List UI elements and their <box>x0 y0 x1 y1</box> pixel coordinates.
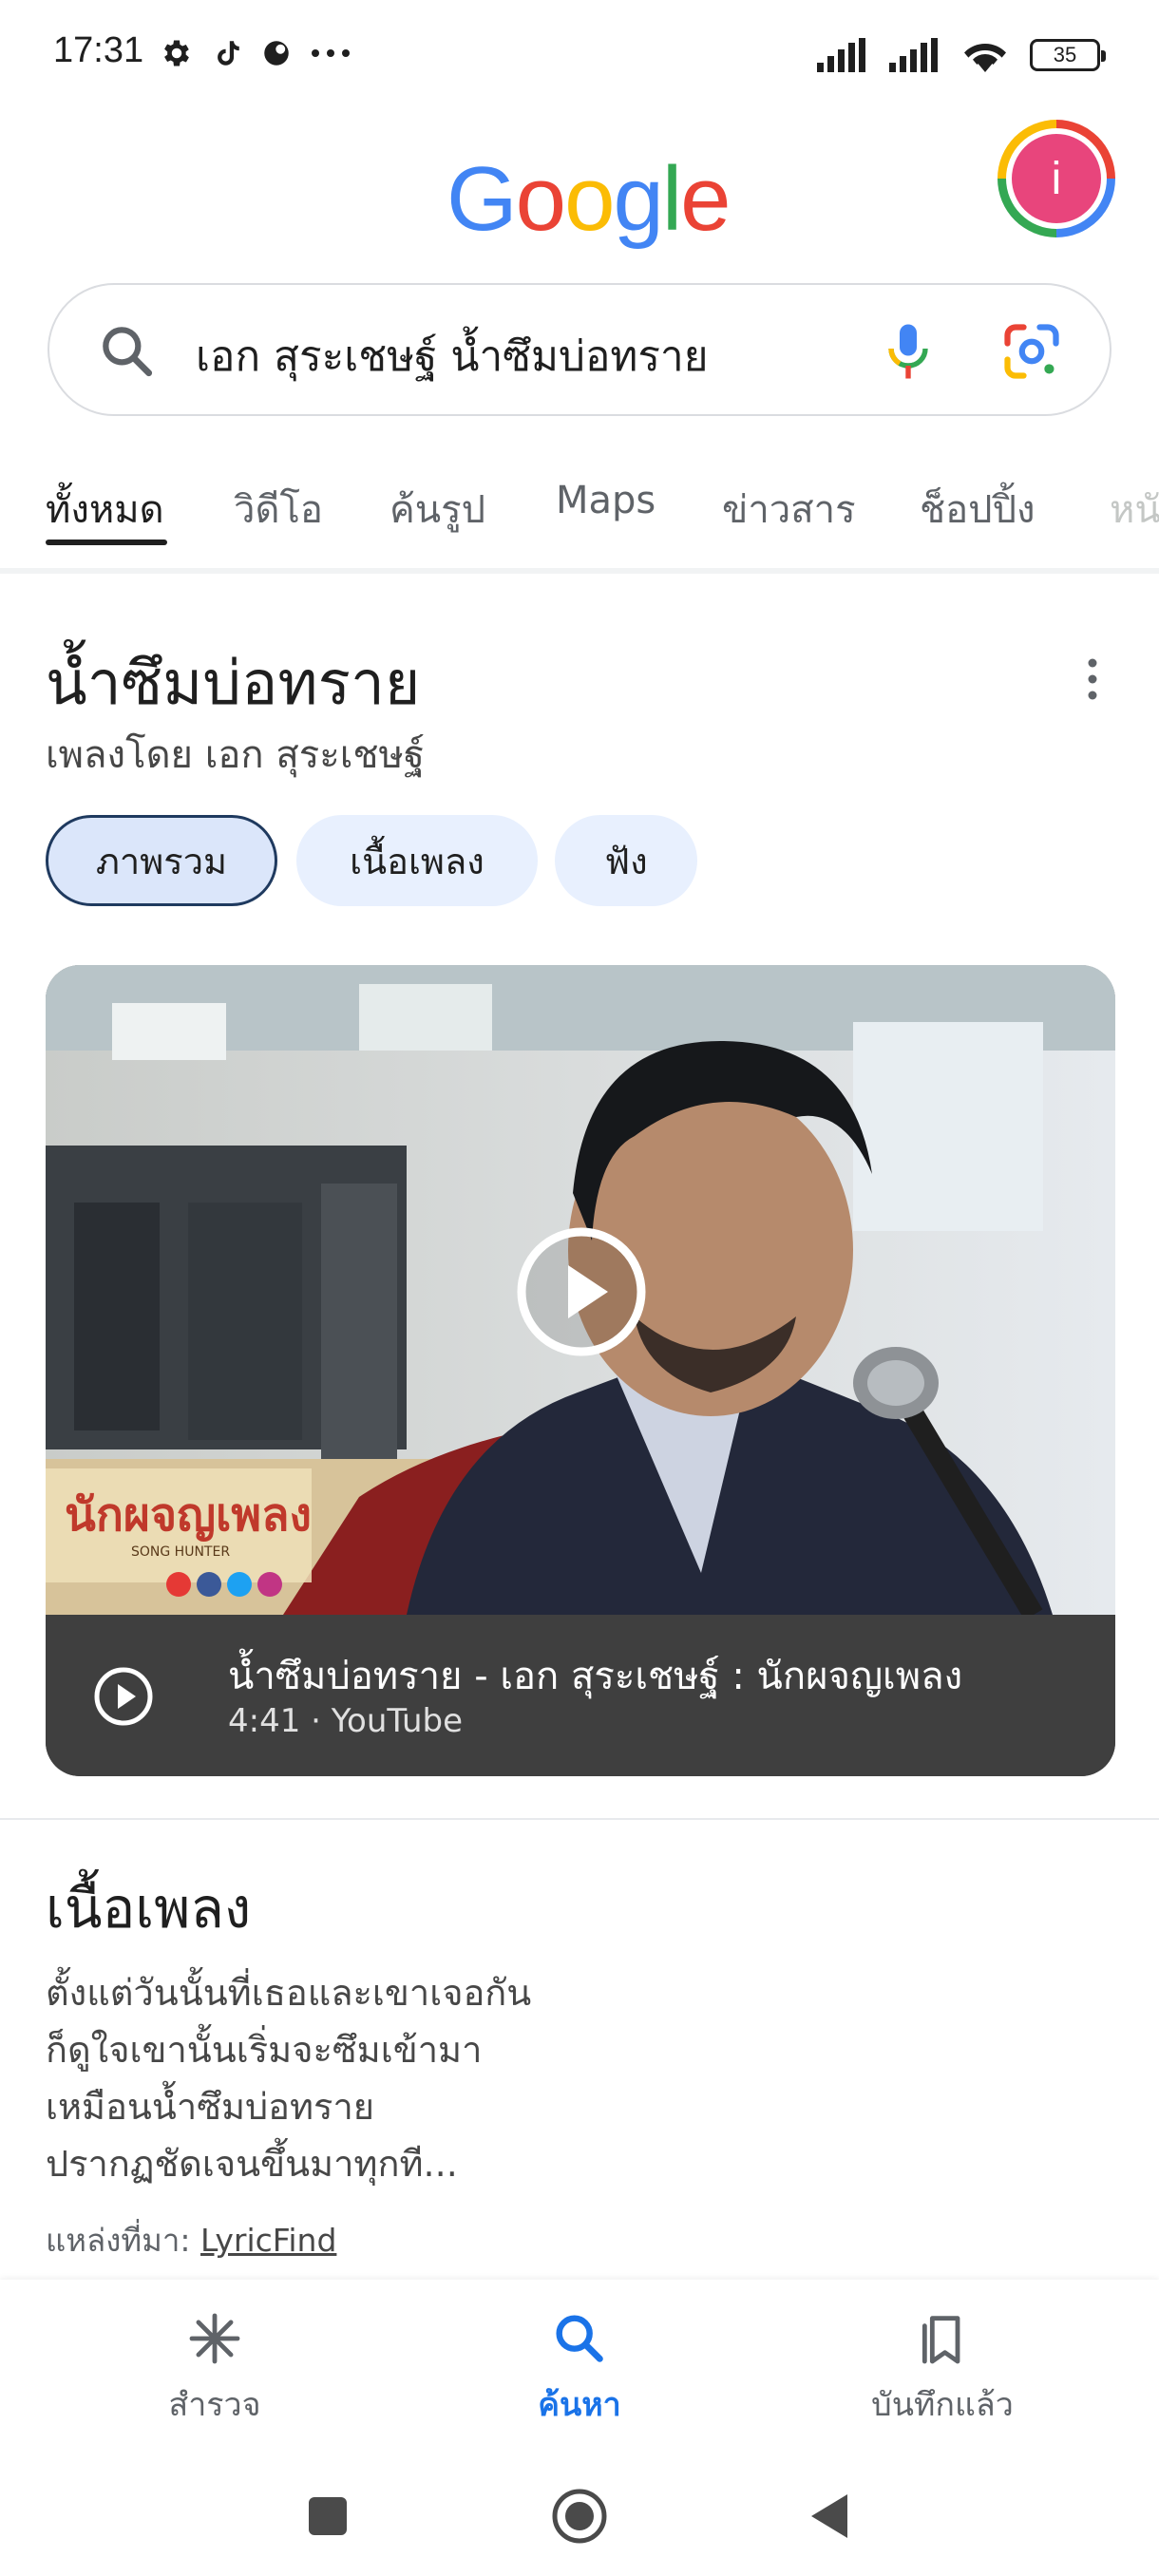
battery-level: 35 <box>1053 43 1077 66</box>
system-navigation <box>0 2441 1159 2576</box>
search-bar[interactable]: เอก สุระเชษฐ์ น้ำซึมบ่อทราย <box>48 283 1112 416</box>
tab-news[interactable]: ข่าวสาร <box>722 479 856 540</box>
video-title[interactable]: น้ำซึมบ่อทราย - เอก สุระเชษฐ์ : นักผจญเพ… <box>228 1645 962 1706</box>
nav-label: บันทึกแล้ว <box>871 2386 1014 2424</box>
status-time: 17:31 <box>53 30 144 70</box>
play-icon <box>93 1666 154 1727</box>
song-subtitle: เพลงโดย เอก สุระเชษฐ์ <box>46 733 425 777</box>
wifi-icon <box>964 44 1006 72</box>
bottom-navigation: สำรวจ ค้นหา บันทึกแล้ว <box>0 2280 1159 2441</box>
search-icon <box>95 319 160 384</box>
lyrics-heading: เนื้อเพลง <box>46 1876 252 1941</box>
chip-overview[interactable]: ภาพรวม <box>46 815 277 906</box>
more-options-button[interactable] <box>1074 655 1112 703</box>
google-logo: Google <box>446 148 732 250</box>
video-card[interactable]: นักผจญเพลง SONG HUNTER น้ำซึมบ่อทราย - เ… <box>46 965 1115 1776</box>
google-search-app: 17:31 35 Google i เอก สุระเชษฐ์ น้ำซึมบ่… <box>0 0 1159 2576</box>
search-icon <box>556 2315 603 2362</box>
thumbnail-overlay-subtitle: SONG HUNTER <box>131 1544 230 1560</box>
tab-shopping[interactable]: ช็อปปิ้ง <box>920 479 1035 540</box>
chip-listen[interactable]: ฟัง <box>555 815 697 906</box>
battery-icon: 35 <box>1030 39 1106 71</box>
nav-discover[interactable]: สำรวจ <box>72 2308 357 2432</box>
chip-label: เนื้อเพลง <box>350 840 484 882</box>
song-title: น้ำซึมบ่อทราย <box>46 649 421 719</box>
video-info-bar[interactable]: น้ำซึมบ่อทราย - เอก สุระเชษฐ์ : นักผจญเพ… <box>46 1615 1115 1776</box>
home-button[interactable] <box>546 2483 613 2549</box>
search-tabs: ทั้งหมด วิดีโอ ค้นรูป Maps ข่าวสาร ช็อปป… <box>0 465 1159 570</box>
signal-icon <box>817 38 865 72</box>
nav-label: ค้นหา <box>538 2386 621 2424</box>
tab-more[interactable]: หนั <box>1110 479 1159 540</box>
more-vert-icon <box>1088 658 1097 700</box>
asterisk-icon <box>189 2313 240 2364</box>
lyrics-source: แหล่งที่มา: LyricFind <box>46 2215 336 2265</box>
tab-videos[interactable]: วิดีโอ <box>234 479 323 540</box>
bookmarks-icon <box>922 2316 960 2364</box>
home-circle-icon <box>552 2489 607 2544</box>
avatar: i <box>1012 134 1101 223</box>
play-circle-icon <box>517 1227 646 1356</box>
active-tab-indicator <box>46 540 167 545</box>
divider <box>0 1818 1159 1820</box>
play-video-button[interactable] <box>515 1225 648 1358</box>
tab-images[interactable]: ค้นรูป <box>390 479 485 540</box>
nav-label: สำรวจ <box>168 2386 261 2424</box>
chip-label: ภาพรวม <box>95 840 228 882</box>
tab-maps[interactable]: Maps <box>556 479 656 522</box>
source-label: แหล่งที่มา: <box>46 2222 201 2259</box>
search-input[interactable]: เอก สุระเชษฐ์ น้ำซึมบ่อทราย <box>196 323 709 389</box>
back-button[interactable] <box>798 2483 864 2549</box>
more-dots-icon <box>312 49 350 57</box>
lens-icon <box>1004 324 1059 379</box>
tiktok-icon <box>218 41 239 66</box>
lyrics-preview[interactable]: ตั้งแต่วันนั้นที่เธอและเขาเจอกัน ก็ดูใจเ… <box>46 1964 531 2192</box>
chip-label: ฟัง <box>604 840 648 882</box>
status-bar: 17:31 35 <box>0 0 1159 104</box>
lyric-line: ก็ดูใจเขานั้นเริ่มจะซึมเข้ามา <box>46 2029 483 2071</box>
thumbnail-overlay-title: นักผจญเพลง <box>65 1488 312 1542</box>
tab-all[interactable]: ทั้งหมด <box>46 479 164 540</box>
signal-icon <box>889 38 938 72</box>
source-link[interactable]: LyricFind <box>200 2222 336 2259</box>
nav-saved[interactable]: บันทึกแล้ว <box>800 2308 1085 2432</box>
nav-search[interactable]: ค้นหา <box>437 2308 722 2432</box>
voice-search-button[interactable] <box>874 317 942 386</box>
recents-button[interactable] <box>294 2483 361 2549</box>
account-avatar-button[interactable]: i <box>998 120 1115 237</box>
chip-lyrics[interactable]: เนื้อเพลง <box>296 815 538 906</box>
lyric-line: ตั้งแต่วันนั้นที่เธอและเขาเจอกัน <box>46 1972 532 2014</box>
status-icons-left <box>160 32 352 74</box>
mic-icon <box>888 324 928 379</box>
status-icons-right: 35 <box>817 34 1106 76</box>
google-lens-button[interactable] <box>999 319 1064 384</box>
square-icon <box>309 2497 347 2535</box>
divider <box>0 568 1159 574</box>
video-meta: 4:41 · YouTube <box>228 1702 464 1740</box>
lyric-line: ปรากฏชัดเจนขึ้นมาทุกที... <box>46 2143 458 2185</box>
back-triangle-icon <box>811 2494 847 2538</box>
lyric-line: เหมือนน้ำซึมบ่อทราย <box>46 2086 375 2128</box>
app-icon <box>264 41 289 66</box>
gear-icon <box>164 40 189 66</box>
